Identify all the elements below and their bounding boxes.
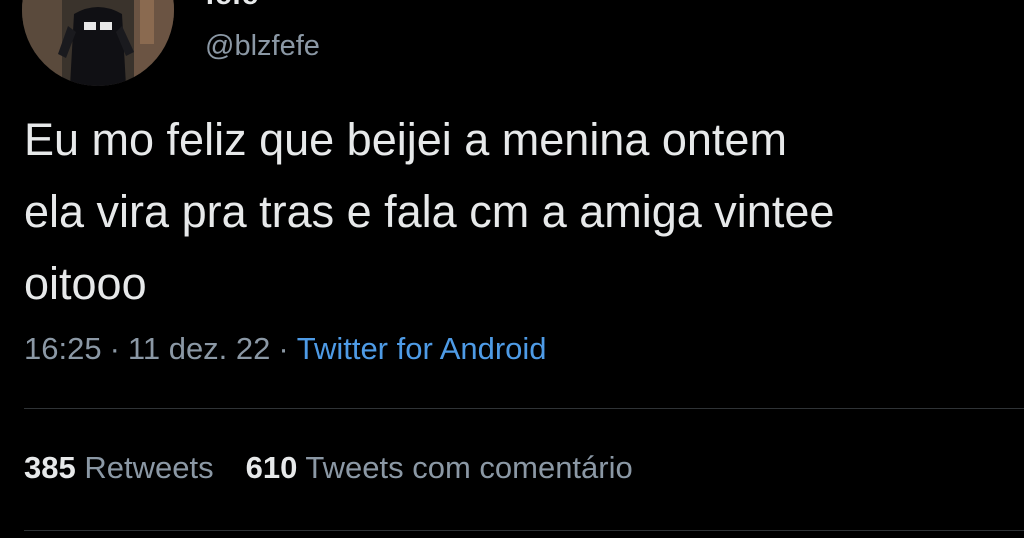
divider	[24, 530, 1024, 531]
user-handle[interactable]: @blzfefe	[205, 30, 320, 63]
retweets-stat[interactable]: 385 Retweets	[24, 450, 214, 485]
quote-tweets-label: Tweets com comentário	[305, 450, 633, 485]
quote-tweets-count: 610	[245, 450, 298, 485]
tweet-text-line: oitooo	[24, 258, 147, 309]
tweet-date[interactable]: 11 dez. 22	[128, 331, 270, 366]
tweet-source-link[interactable]: Twitter for Android	[297, 331, 547, 366]
avatar[interactable]	[22, 0, 174, 86]
avatar-photo	[22, 0, 174, 86]
retweets-label: Retweets	[84, 450, 214, 485]
tweet-time[interactable]: 16:25	[24, 331, 102, 366]
retweets-count: 385	[24, 450, 76, 485]
divider	[24, 408, 1024, 409]
tweet-text-line: ela vira pra tras e fala cm a amiga vint…	[24, 186, 835, 237]
tweet-text-line: Eu mo feliz que beijei a menina ontem	[24, 114, 787, 165]
engagement-stats: 385 Retweets 610 Tweets com comentário	[24, 450, 665, 486]
meta-separator: ·	[109, 331, 120, 366]
tweet-text: Eu mo feliz que beijei a menina ontem el…	[24, 104, 1024, 320]
tweet-meta: 16:25 · 11 dez. 22 · Twitter for Android	[24, 331, 547, 367]
display-name[interactable]: fefe	[205, 0, 258, 12]
meta-separator: ·	[278, 331, 289, 366]
quote-tweets-stat[interactable]: 610 Tweets com comentário	[246, 450, 633, 485]
tweet-detail: fefe @blzfefe Eu mo feliz que beijei a m…	[0, 0, 1024, 538]
